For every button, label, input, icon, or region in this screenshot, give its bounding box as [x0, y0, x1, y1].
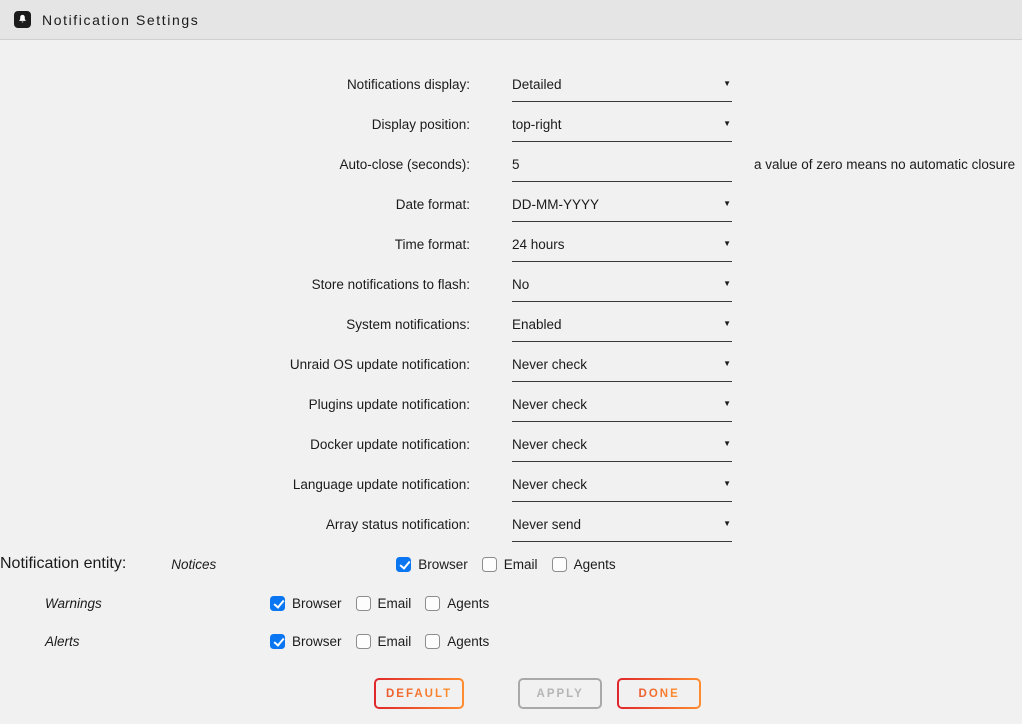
notices-agents-checkbox[interactable]	[552, 557, 567, 572]
entity-row-alerts: Alerts Browser Email Agents	[0, 622, 1022, 660]
form-row: Docker update notification: Never check …	[0, 424, 1022, 464]
page-title: Notification Settings	[42, 12, 199, 28]
default-button[interactable]: DEFAULT	[374, 678, 464, 709]
field-label: Plugins update notification:	[0, 397, 470, 412]
apply-button[interactable]: APPLY	[518, 678, 602, 709]
warnings-browser-checkbox[interactable]	[270, 596, 285, 611]
auto-close-input[interactable]: 5	[512, 157, 732, 182]
form-row: Date format: DD-MM-YYYY ▼	[0, 184, 1022, 224]
field-label: System notifications:	[0, 317, 470, 332]
system-notifications-select[interactable]: Enabled ▼	[512, 317, 732, 342]
field-label: Date format:	[0, 197, 470, 212]
alerts-browser-option[interactable]: Browser	[270, 634, 342, 649]
form-row: Display position: top-right ▼	[0, 104, 1022, 144]
entity-row-warnings: Warnings Browser Email Agents	[0, 584, 1022, 622]
chevron-down-icon: ▼	[723, 80, 732, 88]
form-row: Unraid OS update notification: Never che…	[0, 344, 1022, 384]
array-status-notification-select[interactable]: Never send ▼	[512, 517, 732, 542]
done-button[interactable]: DONE	[617, 678, 701, 709]
chevron-down-icon: ▼	[723, 280, 732, 288]
field-label: Notifications display:	[0, 77, 470, 92]
button-row: DEFAULT APPLY DONE	[374, 678, 1022, 709]
entity-row-notices: Notification entity: Notices Browser Ema…	[0, 544, 1022, 584]
notices-agents-option[interactable]: Agents	[552, 557, 616, 572]
chevron-down-icon: ▼	[723, 480, 732, 488]
entity-name-warnings: Warnings	[42, 596, 262, 611]
store-to-flash-select[interactable]: No ▼	[512, 277, 732, 302]
chevron-down-icon: ▼	[723, 440, 732, 448]
plugins-update-notification-select[interactable]: Never check ▼	[512, 397, 732, 422]
notification-settings-page: Notification Settings Notifications disp…	[0, 0, 1022, 724]
chevron-down-icon: ▼	[723, 360, 732, 368]
chevron-down-icon: ▼	[723, 320, 732, 328]
field-label: Notification entity:	[0, 555, 126, 573]
warnings-browser-option[interactable]: Browser	[270, 596, 342, 611]
form-row: Auto-close (seconds): 5 a value of zero …	[0, 144, 1022, 184]
warnings-agents-checkbox[interactable]	[425, 596, 440, 611]
field-label: Store notifications to flash:	[0, 277, 470, 292]
alerts-checkbox-group: Browser Email Agents	[270, 634, 503, 649]
entity-name-alerts: Alerts	[42, 634, 262, 649]
field-label: Unraid OS update notification:	[0, 357, 470, 372]
entity-name-notices: Notices	[168, 557, 388, 572]
notices-email-option[interactable]: Email	[482, 557, 538, 572]
alerts-browser-checkbox[interactable]	[270, 634, 285, 649]
os-update-notification-select[interactable]: Never check ▼	[512, 357, 732, 382]
form-row: System notifications: Enabled ▼	[0, 304, 1022, 344]
field-label: Array status notification:	[0, 517, 470, 532]
form-row: Time format: 24 hours ▼	[0, 224, 1022, 264]
chevron-down-icon: ▼	[723, 400, 732, 408]
notices-browser-checkbox[interactable]	[396, 557, 411, 572]
alerts-agents-option[interactable]: Agents	[425, 634, 489, 649]
chevron-down-icon: ▼	[723, 240, 732, 248]
title-bar: Notification Settings	[0, 0, 1022, 40]
notifications-display-select[interactable]: Detailed ▼	[512, 77, 732, 102]
notices-browser-option[interactable]: Browser	[396, 557, 468, 572]
notices-email-checkbox[interactable]	[482, 557, 497, 572]
field-label: Time format:	[0, 237, 470, 252]
chevron-down-icon: ▼	[723, 520, 732, 528]
field-label: Display position:	[0, 117, 470, 132]
notification-bell-icon	[14, 11, 31, 28]
form-row: Language update notification: Never chec…	[0, 464, 1022, 504]
field-label: Docker update notification:	[0, 437, 470, 452]
alerts-email-checkbox[interactable]	[356, 634, 371, 649]
form-row: Store notifications to flash: No ▼	[0, 264, 1022, 304]
form-row: Plugins update notification: Never check…	[0, 384, 1022, 424]
form-row: Notifications display: Detailed ▼	[0, 64, 1022, 104]
warnings-email-checkbox[interactable]	[356, 596, 371, 611]
alerts-agents-checkbox[interactable]	[425, 634, 440, 649]
notices-checkbox-group: Browser Email Agents	[396, 557, 629, 572]
date-format-select[interactable]: DD-MM-YYYY ▼	[512, 197, 732, 222]
auto-close-note: a value of zero means no automatic closu…	[754, 157, 1015, 172]
time-format-select[interactable]: 24 hours ▼	[512, 237, 732, 262]
display-position-select[interactable]: top-right ▼	[512, 117, 732, 142]
settings-form: Notifications display: Detailed ▼ Displa…	[0, 40, 1022, 709]
warnings-checkbox-group: Browser Email Agents	[270, 596, 503, 611]
chevron-down-icon: ▼	[723, 120, 732, 128]
form-row: Array status notification: Never send ▼	[0, 504, 1022, 544]
chevron-down-icon: ▼	[723, 200, 732, 208]
alerts-email-option[interactable]: Email	[356, 634, 412, 649]
docker-update-notification-select[interactable]: Never check ▼	[512, 437, 732, 462]
field-label: Language update notification:	[0, 477, 470, 492]
field-label: Auto-close (seconds):	[0, 157, 470, 172]
warnings-agents-option[interactable]: Agents	[425, 596, 489, 611]
language-update-notification-select[interactable]: Never check ▼	[512, 477, 732, 502]
warnings-email-option[interactable]: Email	[356, 596, 412, 611]
